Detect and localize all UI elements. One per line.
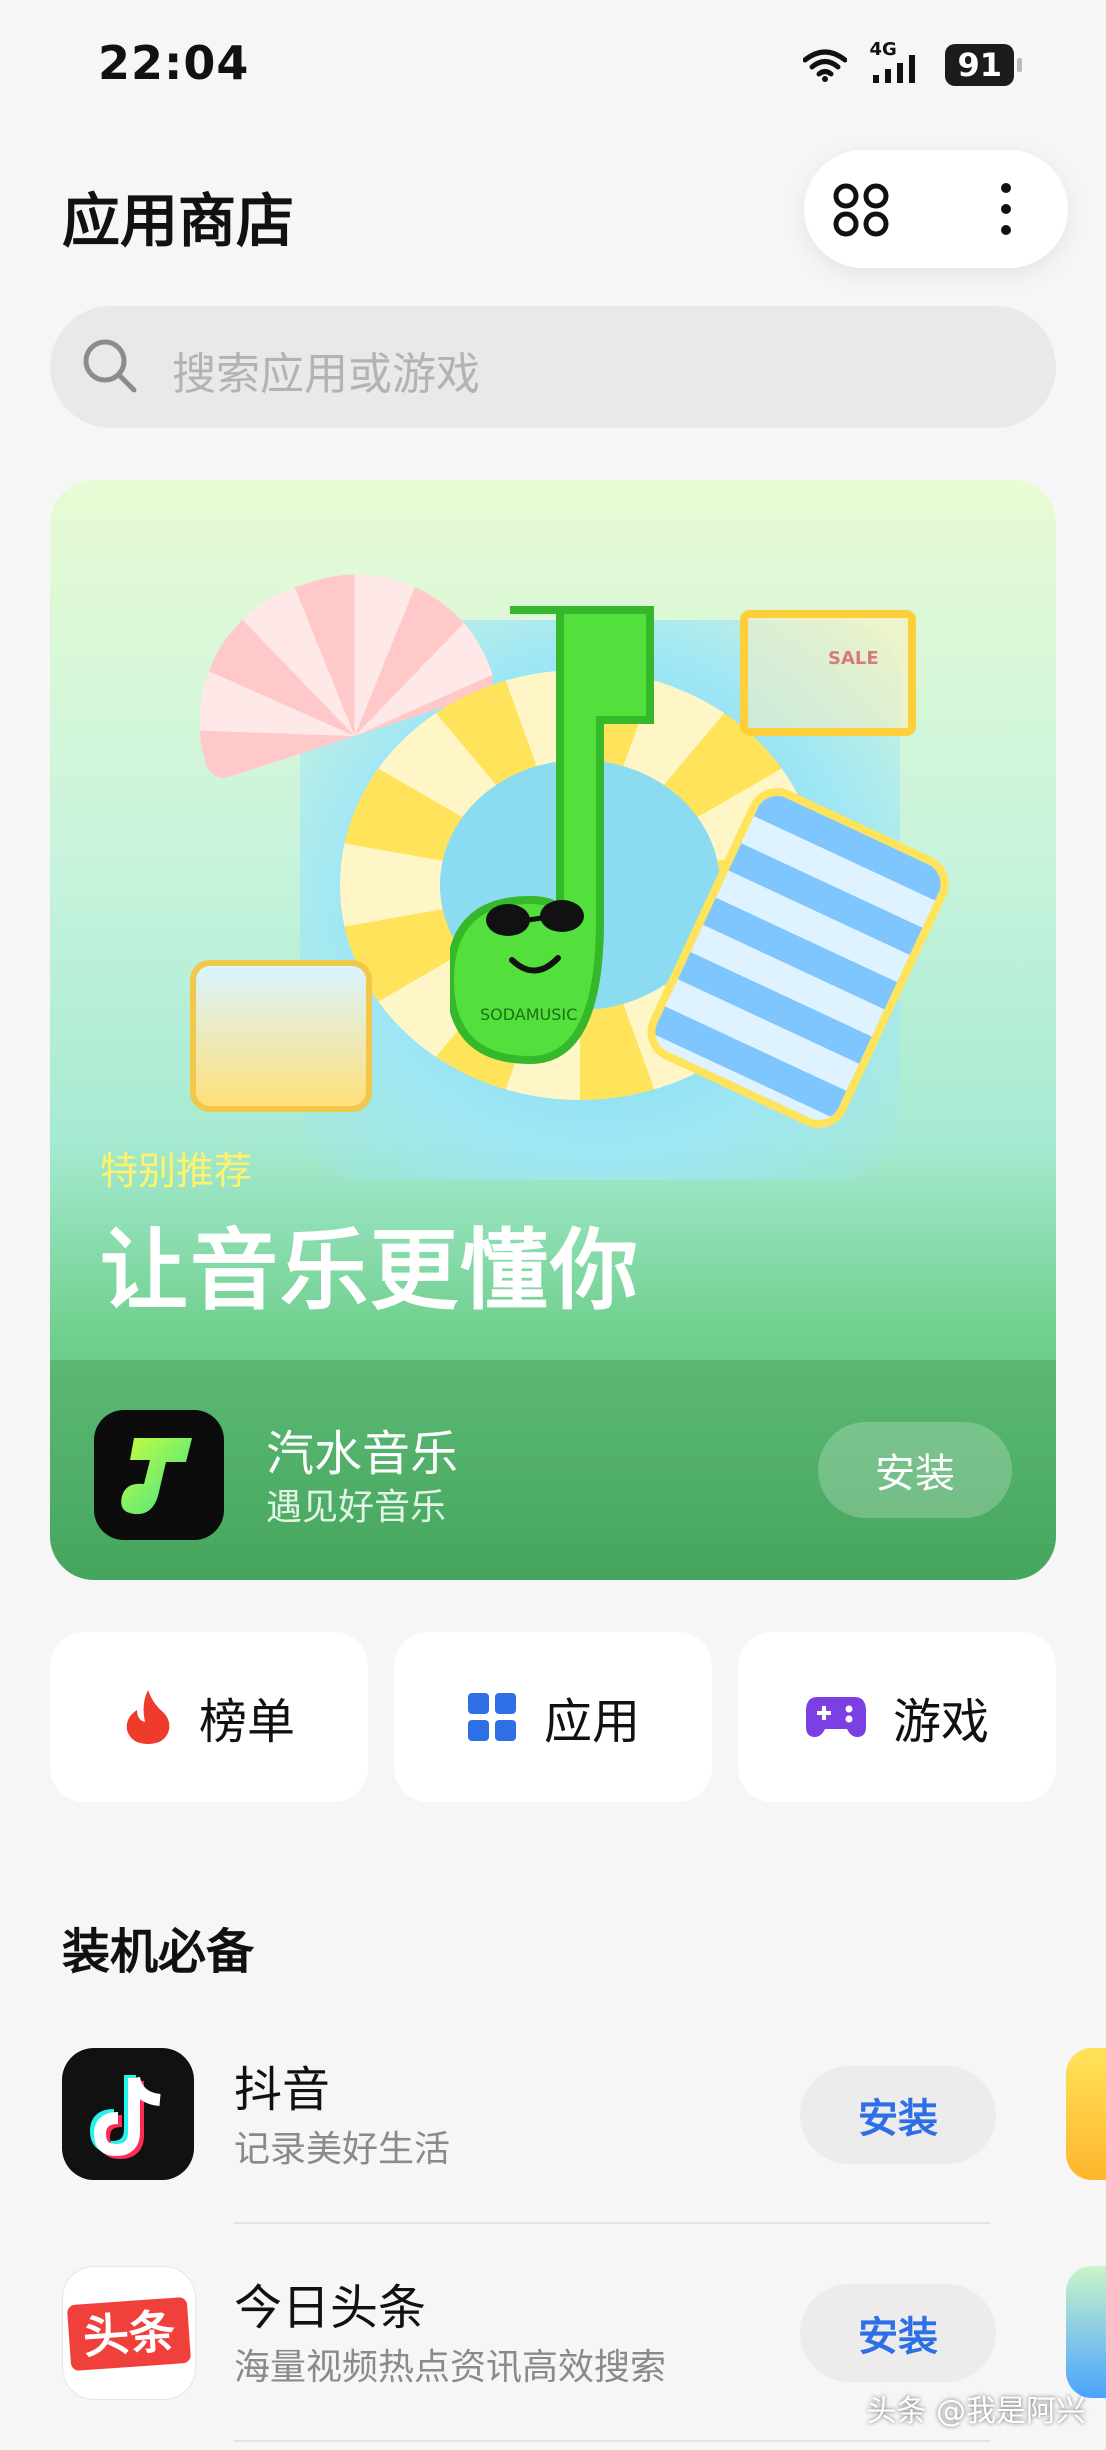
list-divider bbox=[234, 2222, 990, 2224]
app-description: 海量视频热点资讯高效搜索 bbox=[234, 2347, 667, 2388]
toutiao-logo-text: 头条 bbox=[66, 2296, 192, 2372]
battery-indicator: 91 bbox=[945, 44, 1022, 86]
banner-app-name: 汽水音乐 bbox=[266, 1426, 459, 1482]
next-card-peek[interactable] bbox=[1066, 2048, 1106, 2180]
app-description: 记录美好生活 bbox=[234, 2129, 451, 2170]
soda-music-icon bbox=[94, 1410, 224, 1540]
category-games-button[interactable]: 游戏 bbox=[738, 1632, 1056, 1802]
grid-icon bbox=[467, 1693, 516, 1741]
search-input[interactable]: 搜索应用或游戏 bbox=[172, 338, 480, 402]
watermark: 头条 @我是阿兴 bbox=[866, 2394, 1086, 2429]
category-charts-button[interactable]: 榜单 bbox=[50, 1632, 368, 1802]
banner-install-button[interactable]: 安装 bbox=[818, 1422, 1012, 1518]
category-label: 榜单 bbox=[198, 1694, 295, 1750]
toutiao-icon: 头条 bbox=[62, 2266, 196, 2400]
banner-tag: 特别推荐 bbox=[100, 1149, 253, 1193]
sale-sign: SALE bbox=[828, 648, 879, 669]
status-icons: 4G 91 bbox=[803, 39, 1022, 86]
search-bar[interactable]: 搜索应用或游戏 bbox=[50, 306, 1056, 428]
banner-headline: 让音乐更懂你 bbox=[100, 1219, 641, 1322]
featured-banner[interactable]: SALE SODAMUSIC 特别推荐 让音乐更懂你 汽水音乐 遇见好音乐 安装 bbox=[50, 480, 1056, 1580]
vertical-dots-icon[interactable] bbox=[998, 180, 1014, 238]
page-title: 应用商店 bbox=[62, 187, 295, 255]
gamepad-icon bbox=[805, 1697, 866, 1737]
douyin-icon bbox=[62, 2048, 194, 2180]
soda-music-art-text: SODAMUSIC bbox=[480, 1005, 577, 1024]
install-button[interactable]: 安装 bbox=[800, 2284, 996, 2382]
app-list-item-douyin[interactable]: 抖音 记录美好生活 安装 bbox=[62, 2048, 1106, 2198]
section-title-essentials: 装机必备 bbox=[62, 1924, 255, 1980]
music-note-mascot-icon: SODAMUSIC bbox=[450, 606, 654, 1065]
list-divider bbox=[234, 2440, 990, 2442]
category-label: 游戏 bbox=[892, 1694, 989, 1750]
drum-art bbox=[190, 960, 372, 1112]
banner-app-subtitle: 遇见好音乐 bbox=[266, 1487, 447, 1528]
four-circles-icon[interactable] bbox=[832, 182, 890, 238]
banner-app-row[interactable]: 汽水音乐 遇见好音乐 安装 bbox=[50, 1360, 1056, 1580]
app-name: 今日头条 bbox=[234, 2280, 427, 2336]
search-icon bbox=[83, 339, 137, 393]
next-card-peek[interactable] bbox=[1066, 2266, 1106, 2398]
shopping-cart-art: SALE bbox=[740, 610, 916, 736]
app-name: 抖音 bbox=[234, 2062, 331, 2118]
wifi-icon bbox=[803, 49, 848, 82]
top-action-capsule bbox=[804, 150, 1068, 268]
install-button[interactable]: 安装 bbox=[800, 2066, 996, 2164]
status-time: 22:04 bbox=[98, 36, 250, 90]
category-label: 应用 bbox=[543, 1694, 640, 1750]
flame-icon bbox=[126, 1690, 170, 1744]
category-apps-button[interactable]: 应用 bbox=[394, 1632, 712, 1802]
cellular-icon: 4G bbox=[869, 39, 923, 85]
